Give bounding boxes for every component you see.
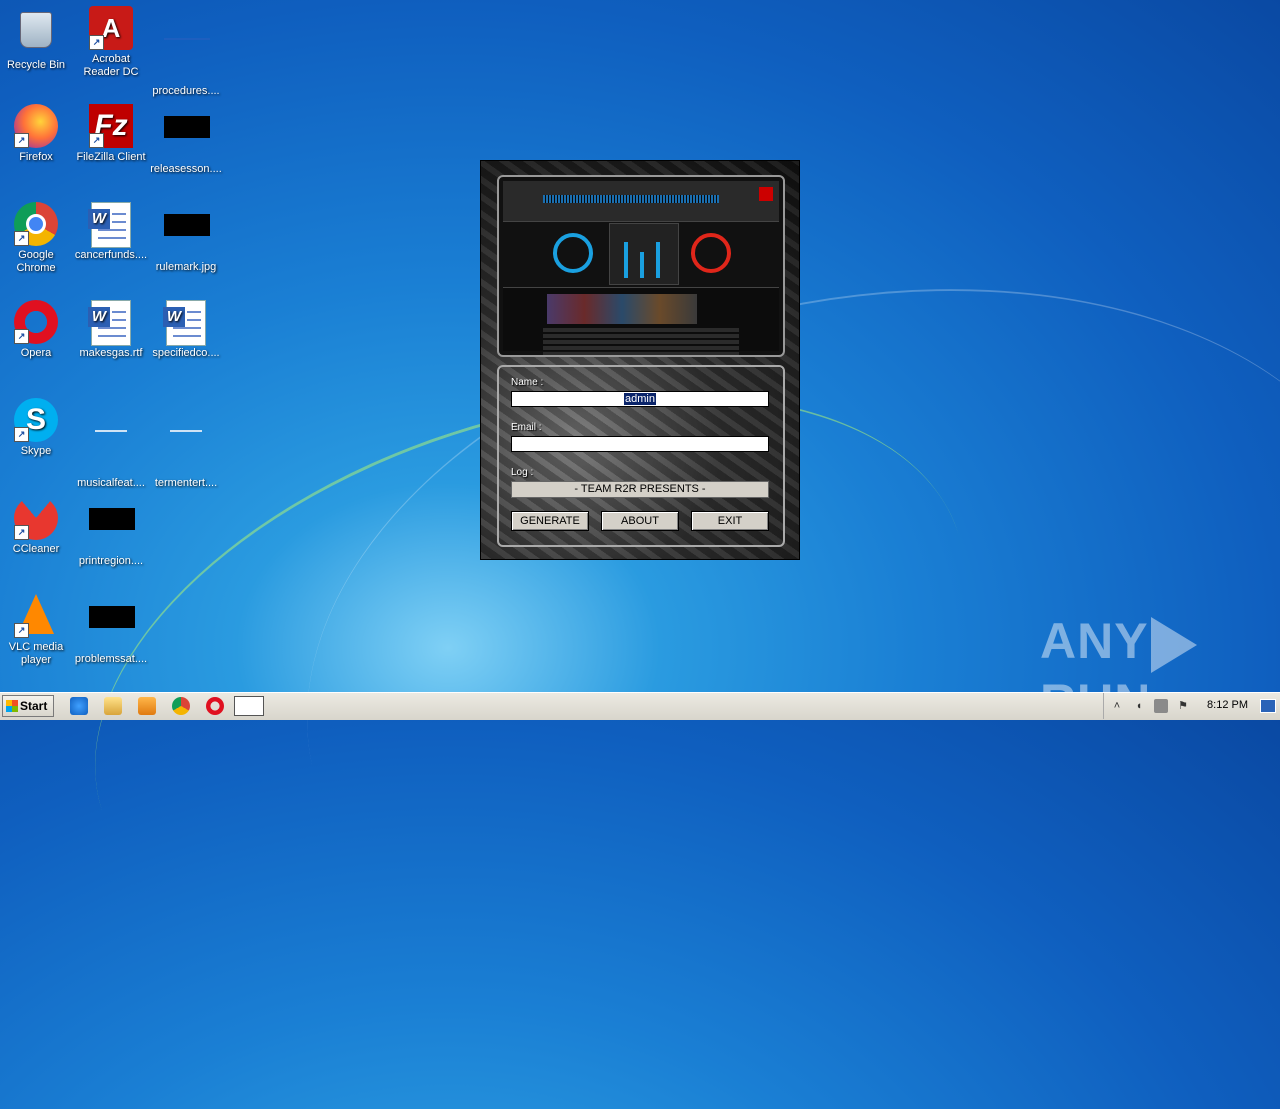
- desktop-icon-label: cancerfunds....: [74, 249, 148, 261]
- file-explorer-icon[interactable]: [104, 697, 122, 715]
- desktop-icon-label: problemssat....: [74, 653, 148, 665]
- virtual-dj-banner-image: [497, 175, 785, 357]
- start-button[interactable]: Start: [2, 695, 54, 717]
- file-icon: [164, 38, 210, 82]
- desktop-icon-label: releasesson....: [150, 163, 222, 175]
- desktop-icon-label: specifiedco....: [152, 347, 220, 359]
- desktop-icon-filezilla[interactable]: Fz ↗ FileZilla Client: [73, 104, 149, 164]
- desktop-icon-recycle-bin[interactable]: Recycle Bin: [0, 6, 74, 72]
- desktop-icon-label: Recycle Bin: [6, 59, 66, 71]
- show-hidden-icons-chevron-icon[interactable]: ˄: [1110, 699, 1124, 713]
- internet-explorer-icon[interactable]: [70, 697, 88, 715]
- generate-button[interactable]: GENERATE: [511, 511, 589, 531]
- email-input[interactable]: [511, 436, 769, 452]
- desktop-icon-label: Opera: [20, 347, 52, 359]
- desktop-icon-procedures[interactable]: procedures....: [148, 6, 224, 98]
- recycle-bin-icon: [14, 12, 58, 56]
- desktop-icon-label: makesgas.rtf: [79, 347, 143, 359]
- desktop-icon-releasesson[interactable]: releasesson....: [148, 104, 224, 176]
- media-player-icon[interactable]: [138, 697, 156, 715]
- file-icon: [89, 606, 135, 650]
- desktop-icon-ccleaner[interactable]: ↗ CCleaner: [0, 496, 74, 556]
- desktop-icon-label: Skype: [20, 445, 52, 457]
- volume-icon[interactable]: ◖: [1132, 699, 1146, 713]
- opera-icon: ↗: [14, 300, 58, 344]
- word-document-icon: W: [163, 300, 208, 346]
- desktop-icon-label: musicalfeat....: [77, 477, 145, 489]
- watermark-left-text: ANY: [1040, 613, 1149, 669]
- desktop-icon-printregion[interactable]: printregion....: [73, 496, 149, 568]
- desktop-icon-opera[interactable]: ↗ Opera: [0, 300, 74, 360]
- about-button[interactable]: ABOUT: [601, 511, 679, 531]
- desktop-icon-label: procedures....: [152, 85, 220, 97]
- firefox-icon: ↗: [14, 104, 58, 148]
- name-input-value: admin: [624, 393, 656, 405]
- ccleaner-icon: ↗: [14, 496, 58, 540]
- desktop-icon-rulemark[interactable]: rulemark.jpg: [148, 202, 224, 274]
- desktop-icon-termentert[interactable]: termentert....: [148, 398, 224, 490]
- keygen-window: Name : admin Email : Log : - TEAM R2R PR…: [480, 160, 800, 560]
- chrome-taskbar-icon[interactable]: [172, 697, 190, 715]
- desktop-icon-label: printregion....: [78, 555, 144, 567]
- vlc-icon: ↗: [14, 594, 58, 638]
- image-file-icon: [164, 214, 210, 258]
- show-desktop-icon[interactable]: [1260, 699, 1276, 713]
- desktop-icon-label: CCleaner: [12, 543, 60, 555]
- word-document-icon: W: [88, 202, 133, 248]
- desktop-icon-label: FileZilla Client: [76, 151, 146, 163]
- desktop-icon-acrobat-reader[interactable]: A ↗ Acrobat Reader DC: [73, 6, 149, 79]
- desktop-icon-makesgas[interactable]: W makesgas.rtf: [73, 300, 149, 360]
- desktop-icon-skype[interactable]: S ↗ Skype: [0, 398, 74, 458]
- desktop-icon-label: Firefox: [19, 151, 53, 163]
- desktop-icon-vlc[interactable]: ↗ VLC media player: [0, 594, 74, 667]
- desktop-icon-google-chrome[interactable]: ↗ Google Chrome: [0, 202, 74, 275]
- name-input[interactable]: admin: [511, 391, 769, 407]
- taskbar-active-window[interactable]: [234, 696, 264, 716]
- action-center-flag-icon[interactable]: ⚑: [1176, 699, 1190, 713]
- desktop-icon-cancerfunds[interactable]: W cancerfunds....: [73, 202, 149, 262]
- opera-taskbar-icon[interactable]: [206, 697, 224, 715]
- chrome-icon: ↗: [14, 202, 58, 246]
- desktop-icon-label: VLC media player: [8, 641, 64, 666]
- desktop-icon-label: termentert....: [154, 477, 218, 489]
- desktop-icon-musicalfeat[interactable]: musicalfeat....: [73, 398, 149, 490]
- file-icon: [89, 508, 135, 552]
- clock[interactable]: 8:12 PM: [1207, 699, 1248, 711]
- word-document-icon: W: [88, 300, 133, 346]
- filezilla-icon: Fz ↗: [89, 104, 133, 148]
- desktop-icon-problemssat[interactable]: problemssat....: [73, 594, 149, 666]
- taskbar: Start ˄ ◖ ⚑ 8:12 PM: [0, 692, 1280, 720]
- name-label: Name :: [511, 377, 544, 388]
- desktop-icon-label: Acrobat Reader DC: [83, 53, 139, 78]
- system-tray: ˄ ◖ ⚑ 8:12 PM: [1103, 693, 1280, 719]
- file-icon: [89, 430, 133, 474]
- start-label: Start: [20, 699, 48, 713]
- skype-icon: S ↗: [14, 398, 58, 442]
- play-icon: [1150, 616, 1197, 673]
- desktop-icon-specifiedco[interactable]: W specifiedco....: [148, 300, 224, 360]
- email-label: Email :: [511, 422, 542, 433]
- desktop-icon-label: rulemark.jpg: [155, 261, 217, 273]
- log-label: Log :: [511, 467, 534, 478]
- exit-button[interactable]: EXIT: [691, 511, 769, 531]
- desktop-icon-label: Google Chrome: [16, 249, 56, 274]
- windows-logo-icon: [6, 700, 18, 712]
- log-output: - TEAM R2R PRESENTS -: [511, 481, 769, 498]
- network-icon[interactable]: [1154, 699, 1168, 713]
- desktop-icon-firefox[interactable]: ↗ Firefox: [0, 104, 74, 164]
- acrobat-icon: A ↗: [89, 6, 133, 50]
- file-icon: [164, 430, 208, 474]
- file-icon: [164, 116, 210, 160]
